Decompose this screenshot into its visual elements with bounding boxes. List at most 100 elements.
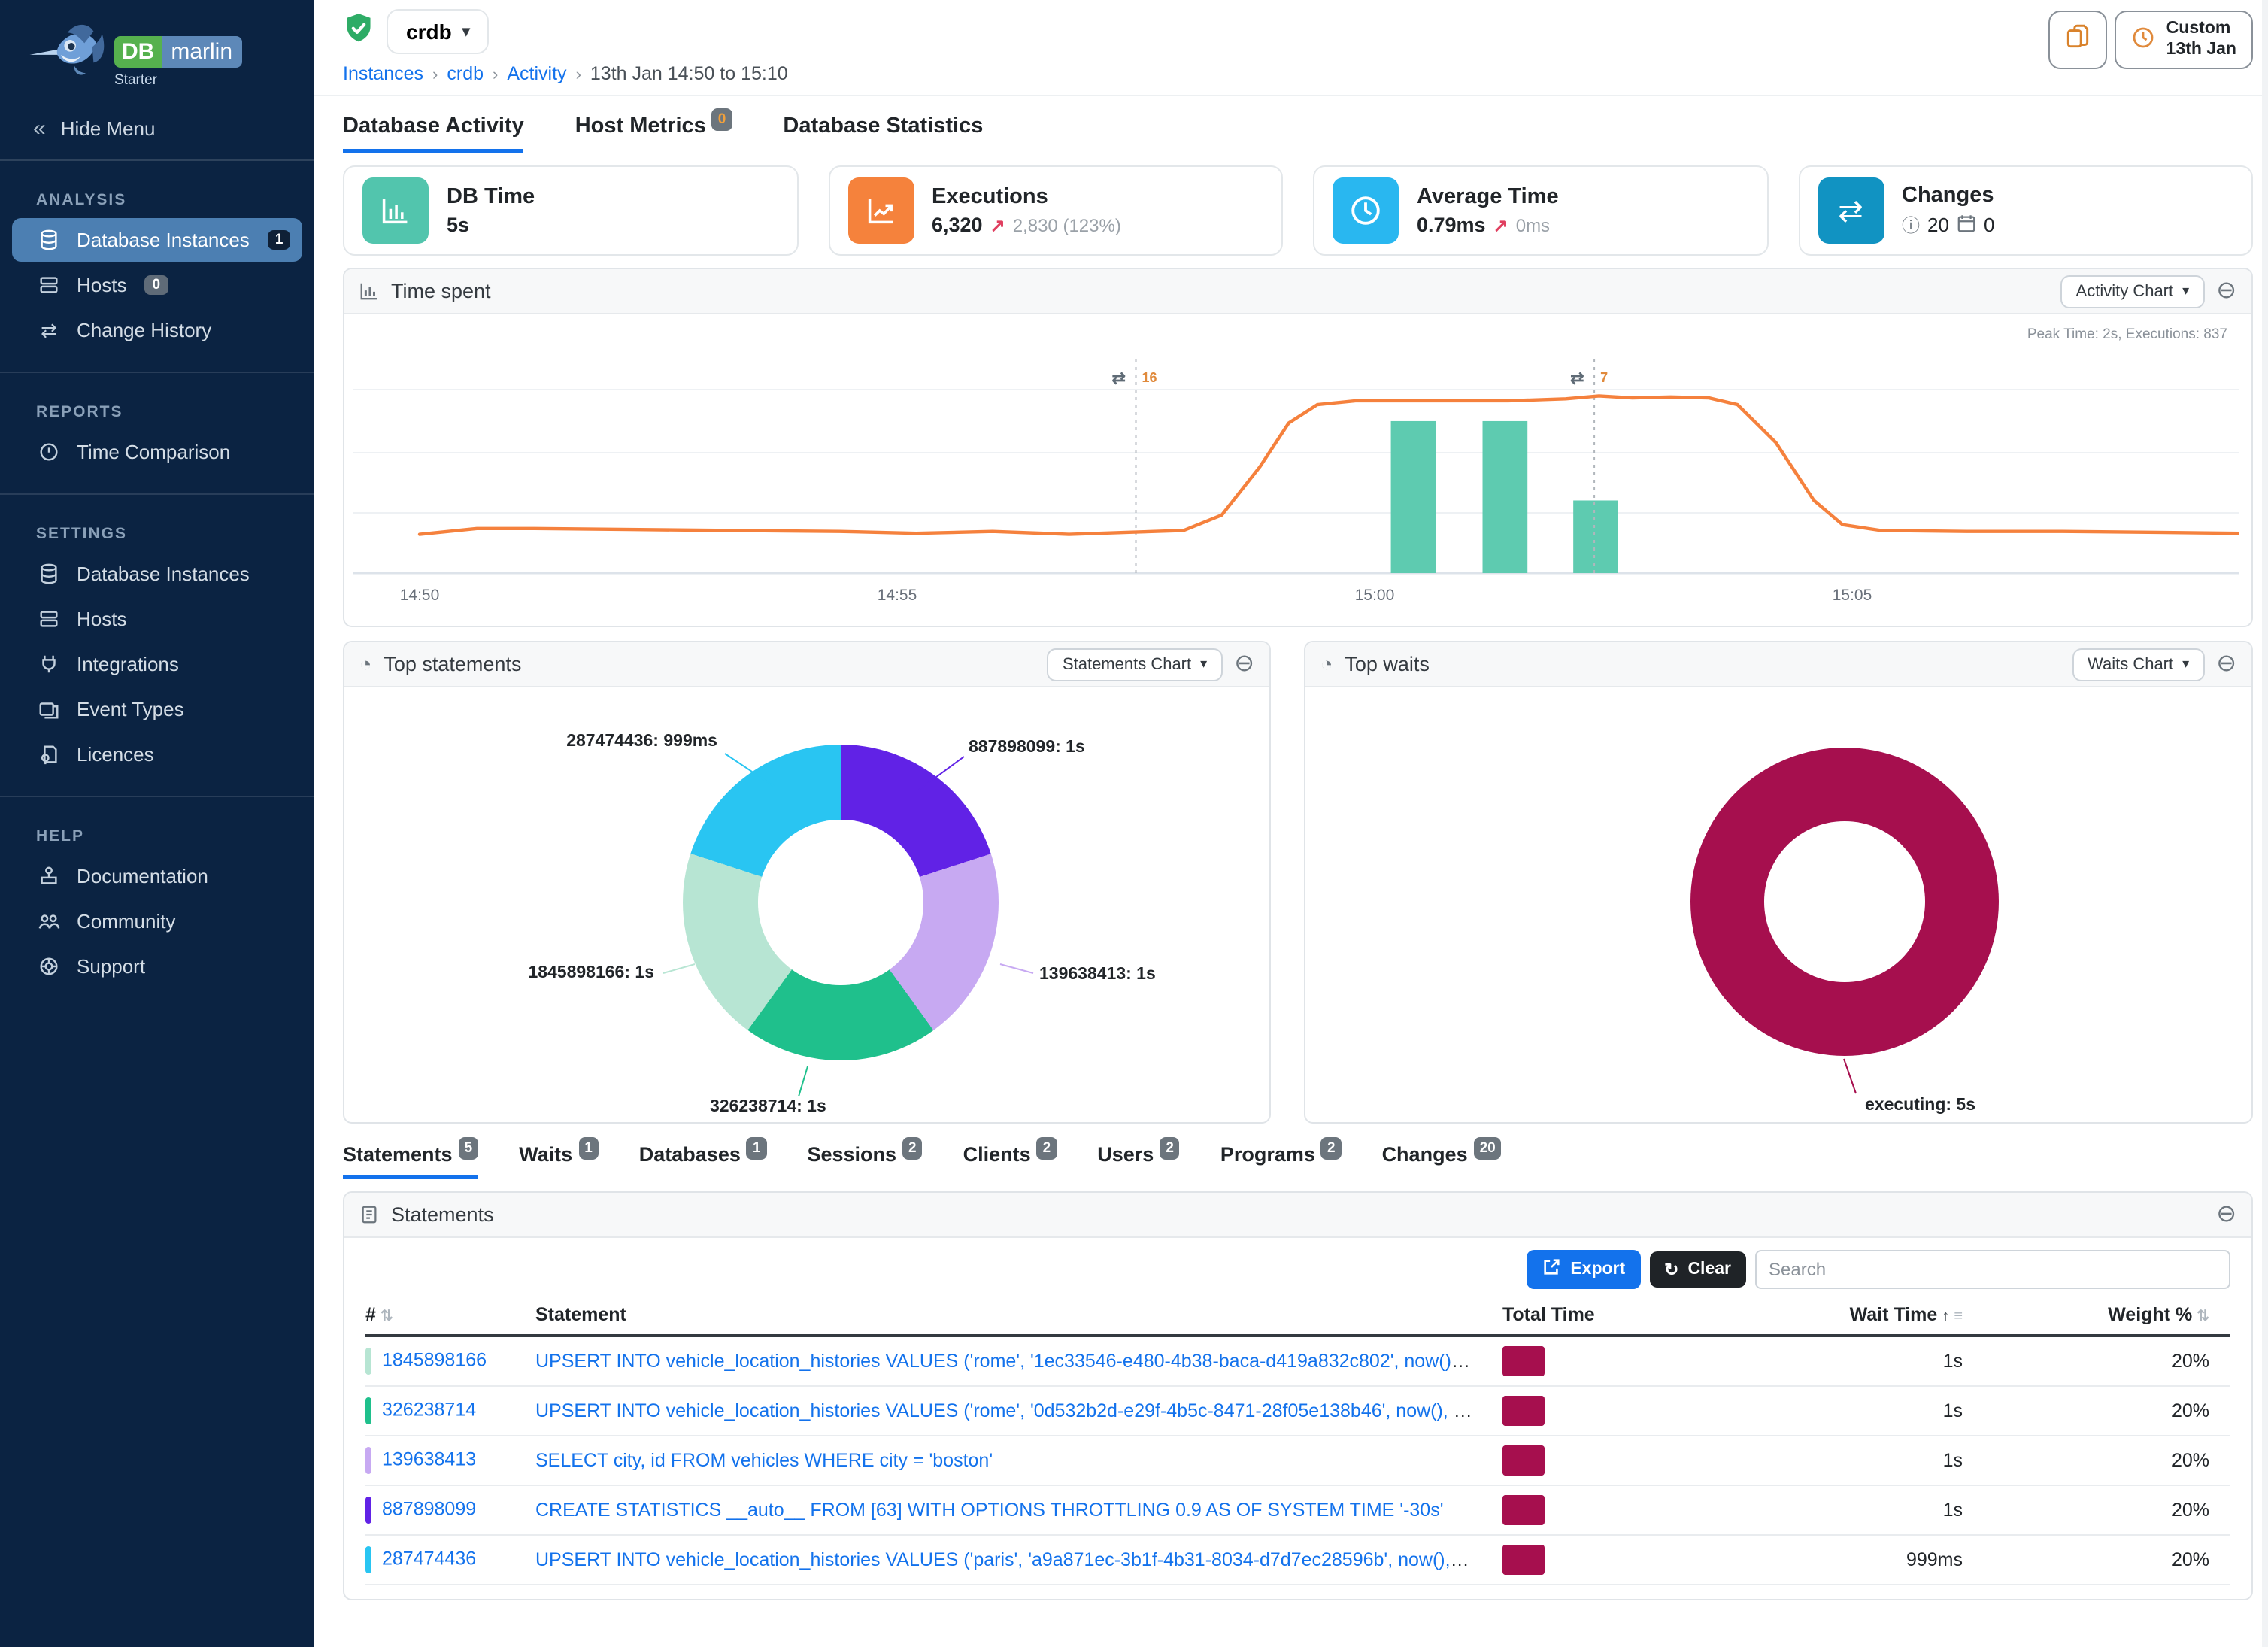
table-header-row: #⇅ Statement Total Time Wait Time↑≡ Weig… [365,1304,2230,1337]
statement-id-link[interactable]: 139638413 [382,1449,476,1470]
event-types-icon [36,698,62,720]
sidebar-item-time-comparison[interactable]: Time Comparison [12,430,302,474]
top-statements-panel: ◔ Top statements Statements Chart ▾ ⊖ [343,641,1271,1124]
sidebar-item-integrations[interactable]: Integrations [12,642,302,686]
sidebar-item-settings-database-instances[interactable]: Database Instances [12,552,302,596]
tab-label: Database Statistics [783,114,983,138]
svg-text:⇄: ⇄ [1112,369,1126,387]
col-header-wait-time[interactable]: Wait Time↑≡ [1743,1304,1987,1325]
export-button[interactable]: Export [1527,1250,1640,1289]
count-badge: 0 [144,275,168,296]
tab-statements[interactable]: Statements5 [343,1143,478,1179]
panel-title: Time spent [391,280,491,302]
sidebar-item-label: Licences [77,743,154,766]
total-time-bar [1502,1396,1545,1426]
tab-waits[interactable]: Waits1 [519,1143,599,1179]
sidebar-item-settings-hosts[interactable]: Hosts [12,597,302,641]
statement-id-link[interactable]: 887898099 [382,1499,476,1520]
table-row: 326238714 UPSERT INTO vehicle_location_h… [365,1387,2230,1436]
search-input[interactable] [1755,1250,2230,1289]
statements-donut[interactable] [683,745,999,1060]
tab-database-activity[interactable]: Database Activity [343,114,524,153]
sidebar-item-hosts[interactable]: Hosts 0 [12,263,302,307]
breadcrumb-crdb[interactable]: crdb [447,63,484,84]
section-title-reports: REPORTS [36,403,314,421]
sidebar-item-documentation[interactable]: Documentation [12,854,302,898]
tab-programs[interactable]: Programs2 [1220,1143,1342,1179]
tab-users[interactable]: Users2 [1097,1143,1180,1179]
wait-time-value: 1s [1743,1400,1987,1421]
instance-selector[interactable]: crdb ▾ [387,9,490,54]
wait-time-value: 999ms [1743,1549,1987,1570]
clear-button[interactable]: ↻ Clear [1649,1251,1746,1288]
tab-changes[interactable]: Changes20 [1382,1143,1502,1179]
sidebar-item-licences[interactable]: Licences [12,733,302,776]
sidebar-item-community[interactable]: Community [12,899,302,943]
sidebar-section-analysis: ANALYSIS Database Instances 1 Hosts 0 ⇄ … [0,161,314,373]
sidebar-item-database-instances[interactable]: Database Instances 1 [12,218,302,262]
svg-text:14:55: 14:55 [878,587,917,604]
chart-type-dropdown[interactable]: Activity Chart ▾ [2061,274,2205,308]
statement-id-link[interactable]: 326238714 [382,1400,476,1421]
col-header-weight[interactable]: Weight %⇅ [1987,1304,2233,1325]
tab-label: Programs [1220,1143,1315,1166]
collapse-panel-icon[interactable]: ⊖ [1234,652,1254,676]
panel-title: Statements [391,1203,494,1226]
breadcrumb-instances[interactable]: Instances [343,63,423,84]
col-header-total-time[interactable]: Total Time [1502,1304,1743,1325]
chart-type-dropdown[interactable]: Waits Chart ▾ [2072,648,2204,681]
collapse-panel-icon[interactable]: ⊖ [2216,279,2236,303]
sidebar-item-label: Hosts [77,608,126,630]
statement-id-link[interactable]: 287474436 [382,1548,476,1570]
weight-value: 20% [1987,1500,2233,1521]
statement-sql-link[interactable]: UPSERT INTO vehicle_location_histories V… [535,1351,1502,1372]
statement-sql-link[interactable]: UPSERT INTO vehicle_location_histories V… [535,1400,1502,1421]
copy-link-button[interactable] [2049,11,2108,69]
sidebar-item-change-history[interactable]: ⇄ Change History [12,308,302,352]
breadcrumb-separator: › [432,66,438,84]
card-value: 5s [447,214,469,236]
export-label: Export [1570,1260,1625,1278]
lifebuoy-icon [36,955,62,978]
tab-label: Database Activity [343,114,524,138]
tab-host-metrics[interactable]: Host Metrics0 [575,114,732,153]
time-spent-panel: Time spent Activity Chart ▾ ⊖ Peak Time:… [343,268,2253,627]
col-header-id[interactable]: #⇅ [365,1304,535,1325]
count-badge: 1 [268,230,291,250]
health-shield-icon [343,11,374,52]
collapse-panel-icon[interactable]: ⊖ [2216,652,2236,676]
tab-clients[interactable]: Clients2 [963,1143,1057,1179]
hide-menu-button[interactable]: « Hide Menu [0,98,314,161]
panel-title: Top waits [1345,653,1430,675]
svg-text:16: 16 [1142,370,1157,385]
sidebar-item-event-types[interactable]: Event Types [12,687,302,731]
breadcrumb-activity[interactable]: Activity [507,63,566,84]
col-header-statement[interactable]: Statement [535,1304,1502,1325]
dropdown-label: Waits Chart [2088,655,2173,673]
tab-databases[interactable]: Databases1 [639,1143,767,1179]
collapse-panel-icon[interactable]: ⊖ [2216,1203,2236,1227]
caret-down-icon: ▾ [1200,656,1207,672]
dropdown-label: Statements Chart [1063,655,1191,673]
clock-icon [36,441,62,463]
sidebar-section-settings: SETTINGS Database Instances Hosts Integr… [0,495,314,797]
sidebar-item-label: Support [77,955,145,978]
panel-title: Top statements [384,653,521,675]
statement-sql-link[interactable]: CREATE STATISTICS __auto__ FROM [63] WIT… [535,1500,1444,1521]
statement-color-chip [365,1397,371,1424]
card-value: 0.79ms [1417,214,1486,236]
chart-type-dropdown[interactable]: Statements Chart ▾ [1048,648,1222,681]
waits-donut[interactable] [1690,748,1999,1056]
page-scrollbar[interactable] [2262,0,2268,1647]
tab-sessions[interactable]: Sessions2 [807,1143,922,1179]
statement-sql-link[interactable]: UPSERT INTO vehicle_location_histories V… [535,1549,1502,1570]
svg-text:7: 7 [1600,370,1608,385]
wait-time-value: 1s [1743,1351,1987,1372]
tab-label: Changes [1382,1143,1468,1166]
statement-sql-link[interactable]: SELECT city, id FROM vehicles WHERE city… [535,1450,993,1471]
time-range-button[interactable]: Custom 13th Jan [2115,11,2253,69]
sidebar-item-support[interactable]: Support [12,945,302,988]
statement-color-chip [365,1546,371,1573]
tab-database-statistics[interactable]: Database Statistics [783,114,983,153]
statement-id-link[interactable]: 1845898166 [382,1350,487,1371]
